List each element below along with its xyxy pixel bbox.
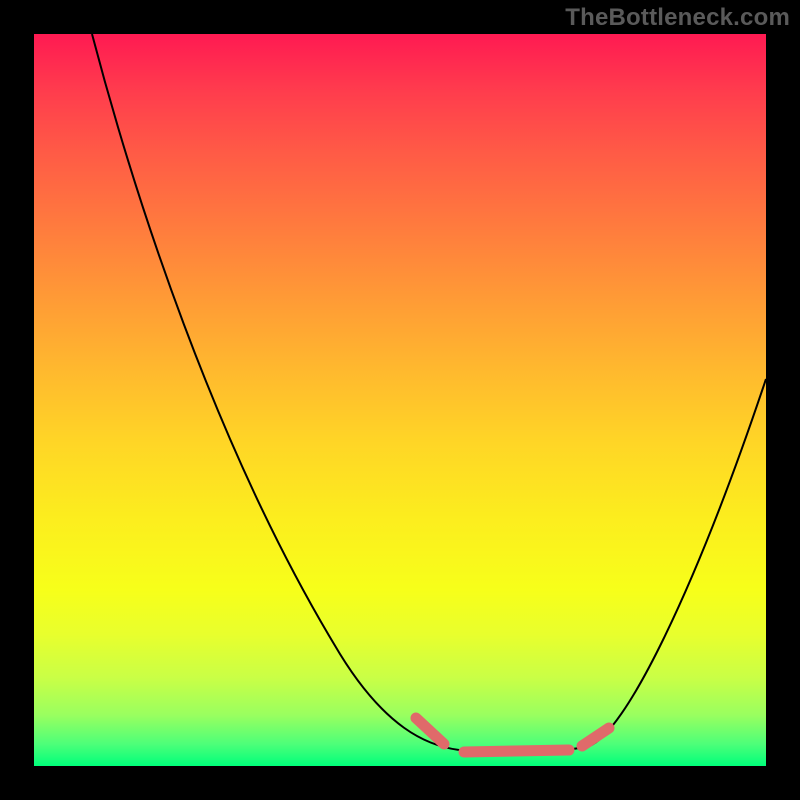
watermark-text: TheBottleneck.com: [565, 4, 790, 32]
highlight-segment-flat: [464, 750, 569, 752]
curve-right: [589, 379, 766, 746]
plot-area: [34, 34, 766, 766]
curve-left: [92, 34, 459, 750]
highlight-segment-left: [416, 718, 444, 744]
highlight-segment-right: [582, 728, 609, 746]
chart-container: TheBottleneck.com: [0, 0, 800, 800]
curve-svg: [34, 34, 766, 766]
